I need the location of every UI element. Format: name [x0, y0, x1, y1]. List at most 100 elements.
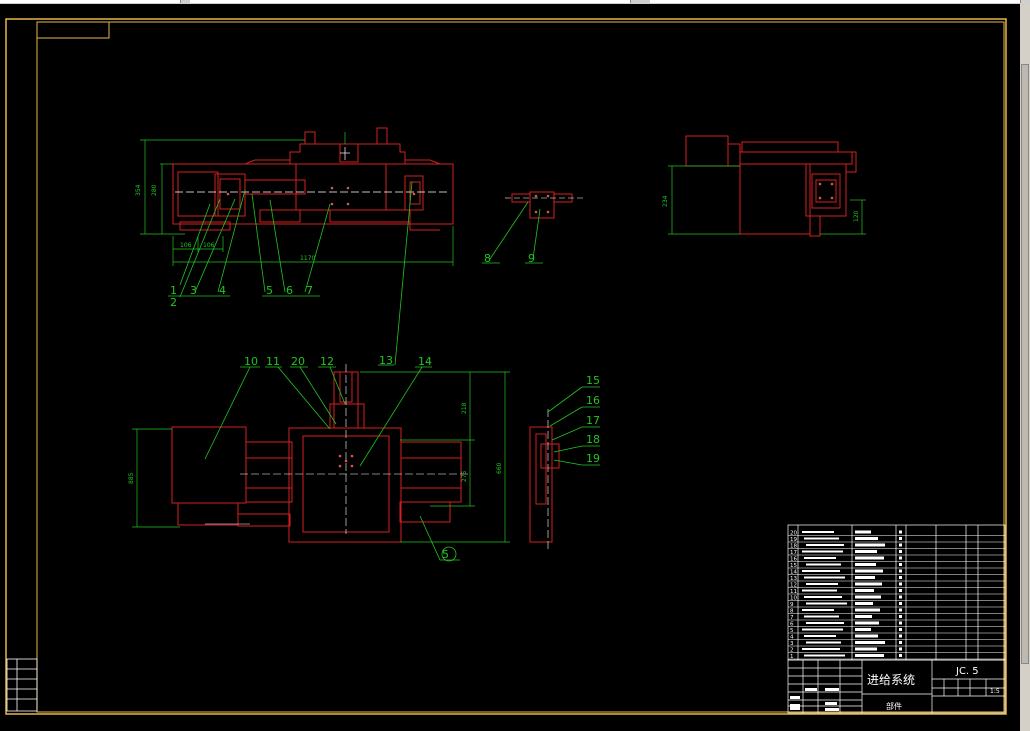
plan-view-leaders: [168, 189, 331, 298]
side-view: 234 120: [662, 135, 866, 237]
parts-list-name-bar: [855, 563, 876, 566]
title-cn: 进给系统: [867, 673, 915, 687]
parts-list-number: 13: [790, 576, 797, 582]
balloon-7: 7: [306, 284, 313, 297]
parts-list-qty-mark: [899, 608, 902, 612]
parts-list-rows: 2019181716151413121110987654321: [788, 530, 1005, 660]
tab-strip-right[interactable]: [650, 0, 1021, 3]
parts-list-name-bar: [855, 615, 872, 618]
parts-list-name-bar: [855, 530, 871, 534]
parts-list-number: 7: [790, 615, 794, 621]
balloon-4: 4: [219, 284, 226, 297]
parts-list-name-bar: [855, 634, 878, 638]
parts-list-number: 18: [790, 544, 797, 550]
parts-list-number: 19: [790, 537, 797, 543]
parts-list-code-bar: [802, 550, 843, 553]
parts-list-number: 14: [790, 570, 797, 576]
dim-1170: 1170: [300, 255, 315, 262]
parts-list-number: 9: [790, 602, 794, 608]
parts-list-code-bar: [802, 589, 837, 592]
parts-list-qty-mark: [899, 537, 902, 540]
balloon-11: 11: [266, 355, 280, 368]
parts-list-code-bar: [802, 570, 840, 572]
vertical-scrollbar[interactable]: [1020, 4, 1030, 731]
parts-list-code-bar: [804, 654, 845, 657]
part-label: 部件: [886, 701, 902, 711]
parts-list-code-bar: [802, 648, 840, 650]
parts-list-code-bar: [806, 583, 838, 585]
parts-list-name-bar: [855, 589, 874, 592]
front-slide-table: [288, 427, 402, 543]
balloon-12: 12: [320, 355, 334, 368]
parts-list-qty-mark: [899, 569, 902, 573]
binding-margin-table: [6, 658, 38, 712]
parts-list-code-bar: [802, 628, 843, 631]
balloon-8: 8: [484, 252, 491, 265]
balloon-17: 17: [586, 414, 600, 427]
scrollbar-thumb[interactable]: [1021, 64, 1029, 664]
balloon-13: 13: [379, 354, 393, 367]
parts-list-name-bar: [855, 608, 880, 612]
parts-list-number: 16: [790, 557, 797, 563]
parts-list-qty-mark: [899, 615, 902, 618]
parts-list-qty-mark: [899, 582, 902, 586]
parts-list-qty-mark: [899, 634, 902, 638]
balloon-6: 6: [286, 284, 293, 297]
balloon-5: 5: [266, 284, 273, 297]
parts-list-qty-mark: [899, 628, 902, 631]
parts-list-number: 17: [790, 550, 797, 556]
parts-list-name-bar: [855, 576, 875, 579]
parts-list-code-bar: [804, 635, 836, 637]
balloon-18: 18: [586, 433, 600, 446]
parts-list-qty-mark: [899, 543, 902, 547]
cad-drawing-canvas[interactable]: 354 280 1170 106 106 1 2 3 4 5 6 7 8 9 2…: [0, 4, 1020, 731]
parts-list-code-bar: [802, 609, 834, 611]
parts-list-name-bar: [855, 628, 871, 631]
parts-list-qty-mark: [899, 550, 902, 553]
dim-218: 218: [461, 402, 468, 414]
dim-280: 280: [151, 184, 158, 196]
parts-list-qty-mark: [899, 563, 902, 566]
parts-list-code-bar: [804, 615, 839, 618]
parts-list-qty-mark: [899, 595, 902, 599]
parts-list-name-bar: [855, 550, 877, 553]
tab-strip-middle[interactable]: [190, 0, 631, 3]
parts-list-qty-mark: [899, 641, 902, 644]
dim-106-b: 106: [203, 242, 215, 249]
balloon-19: 19: [586, 452, 600, 465]
balloon-3: 3: [190, 284, 197, 297]
parts-list-code-bar: [806, 544, 844, 546]
drawing-number: JC. 5: [955, 666, 979, 677]
parts-list-number: 2: [790, 648, 794, 654]
parts-list-number: 3: [790, 641, 794, 647]
balloon-2: 2: [170, 296, 177, 309]
dim-354: 354: [135, 184, 142, 196]
parts-list-name-bar: [855, 602, 873, 605]
parts-list-qty-mark: [899, 589, 902, 592]
dim-660: 660: [496, 462, 503, 474]
parts-list-code-bar: [804, 576, 845, 579]
parts-list-code-bar: [804, 537, 839, 540]
plan-view-balloons: 1 2 3 4 5 6 7: [170, 284, 313, 309]
parts-list-code-bar: [802, 531, 834, 533]
parts-list-qty-mark: [899, 647, 902, 651]
parts-list-qty-mark: [899, 602, 902, 605]
side-view-body: [739, 163, 811, 235]
parts-list-qty-mark: [899, 530, 902, 534]
plan-view: 354 280 1170 106 106: [135, 127, 454, 266]
parts-list-name-bar: [855, 654, 884, 657]
parts-list-name-bar: [855, 569, 883, 573]
parts-list-number: 8: [790, 609, 794, 615]
plan-slide-table: [295, 163, 387, 211]
front-motor: [171, 426, 247, 504]
parts-list-name-bar: [855, 641, 885, 644]
parts-list-name-bar: [855, 621, 879, 625]
parts-list-code-bar: [806, 563, 841, 566]
front-view: 885 218 275 660: [128, 364, 560, 549]
tab-strip-left[interactable]: [0, 0, 181, 3]
parts-list-name-bar: [855, 595, 881, 599]
parts-list-name-bar: [855, 647, 877, 651]
parts-list-code-bar: [806, 622, 844, 624]
balloon-14: 14: [418, 355, 432, 368]
dim-106-a: 106: [180, 242, 192, 249]
